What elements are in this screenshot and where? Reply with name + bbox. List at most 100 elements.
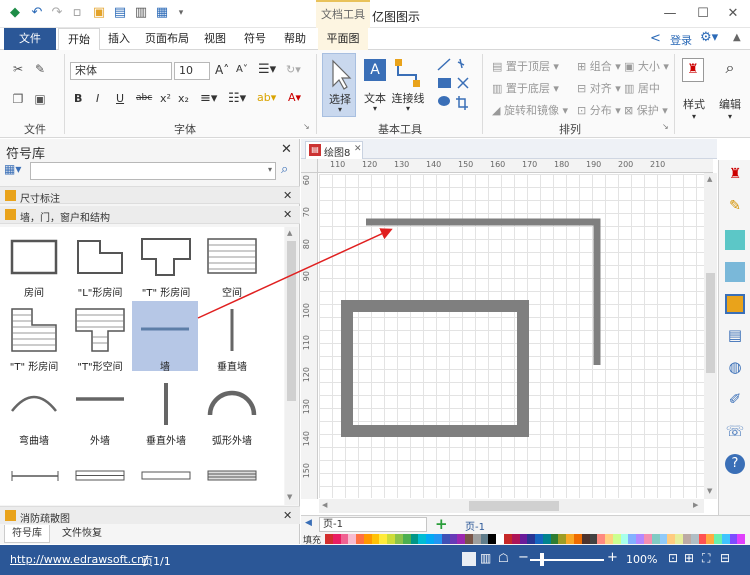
- more-icon[interactable]: ▾: [172, 5, 190, 21]
- search-icon[interactable]: ⌕: [281, 162, 288, 177]
- color-swatch[interactable]: [496, 534, 504, 544]
- tab-home[interactable]: 开始: [58, 28, 100, 51]
- shape-t-room-2[interactable]: "T" 形房间: [2, 307, 66, 373]
- maximize-button[interactable]: ☐: [688, 4, 718, 24]
- tab-insert[interactable]: 插入: [104, 28, 134, 50]
- color-swatch[interactable]: [542, 534, 551, 544]
- font-size-select[interactable]: 10: [174, 62, 210, 80]
- print-icon[interactable]: ▥: [132, 5, 150, 21]
- library-section-walls[interactable]: 墙，门，窗户和结构 ✕: [0, 206, 300, 224]
- bold-button[interactable]: B: [74, 92, 82, 105]
- color-swatch[interactable]: [449, 534, 458, 544]
- line-spacing-icon[interactable]: ≡▾: [200, 91, 217, 106]
- color-swatch[interactable]: [581, 534, 590, 544]
- distribute-button[interactable]: ⊡ 分布 ▾: [577, 102, 621, 118]
- scroll-down-icon[interactable]: ▼: [287, 493, 292, 501]
- color-swatch[interactable]: [558, 534, 567, 544]
- font-name-select[interactable]: 宋体: [70, 62, 172, 80]
- color-swatch[interactable]: [667, 534, 676, 544]
- color-swatch[interactable]: [698, 534, 707, 544]
- arrange-dialog-launcher-icon[interactable]: ↘: [662, 122, 669, 131]
- undo-icon[interactable]: ↶: [28, 5, 46, 21]
- color-swatch[interactable]: [721, 534, 730, 544]
- color-swatch[interactable]: [441, 534, 450, 544]
- collapse-ribbon-icon[interactable]: ▲: [733, 32, 741, 43]
- zoom-in-icon[interactable]: +: [607, 550, 618, 565]
- navigation-globe-icon[interactable]: ◍: [725, 358, 745, 378]
- style-button[interactable]: ♜ 样式 ▾: [680, 54, 708, 132]
- color-swatch[interactable]: [651, 534, 660, 544]
- align-text-icon[interactable]: ☰▾: [258, 62, 276, 77]
- color-swatch[interactable]: [379, 534, 388, 544]
- thin-wall-shape-icon[interactable]: [141, 471, 191, 480]
- color-swatch[interactable]: [659, 534, 668, 544]
- crop-tool-icon[interactable]: [456, 96, 468, 110]
- shape-arc-exterior-wall[interactable]: 弧形外墙: [200, 381, 264, 447]
- scroll-thumb[interactable]: [287, 241, 296, 401]
- paste-icon[interactable]: ▣: [32, 92, 48, 106]
- color-swatch[interactable]: [706, 534, 715, 544]
- shape-vertical-wall[interactable]: 垂直墙: [200, 307, 264, 373]
- color-swatch[interactable]: [465, 534, 473, 544]
- bottom-tab-symbols[interactable]: 符号库: [4, 525, 50, 543]
- rectangle-tool-icon[interactable]: [438, 78, 451, 88]
- scroll-down-icon[interactable]: ▼: [707, 487, 712, 495]
- tab-floor-plan[interactable]: 平面图: [318, 28, 368, 50]
- color-swatch[interactable]: [737, 534, 746, 544]
- text-direction-icon[interactable]: ↻▾: [286, 63, 301, 76]
- close-library-icon[interactable]: ✕: [281, 142, 292, 157]
- group-button[interactable]: ⊞ 组合 ▾: [577, 58, 621, 74]
- color-swatch[interactable]: [550, 534, 559, 544]
- tab-view[interactable]: 视图: [200, 28, 230, 50]
- color-swatch[interactable]: [729, 534, 738, 544]
- tab-page-layout[interactable]: 页面布局: [142, 28, 192, 50]
- shape-l-room[interactable]: "L"形房间: [68, 233, 132, 299]
- color-swatch[interactable]: [503, 534, 512, 544]
- settings-gear-icon[interactable]: ⚙▾: [700, 30, 718, 45]
- close-section-icon[interactable]: ✕: [283, 208, 292, 221]
- layers-icon[interactable]: [725, 294, 745, 314]
- align-button[interactable]: ⊟ 对齐 ▾: [577, 80, 621, 96]
- color-swatch[interactable]: [410, 534, 419, 544]
- color-swatch[interactable]: [418, 534, 427, 544]
- grow-font-icon[interactable]: A˄: [215, 63, 229, 77]
- page-select[interactable]: 页-1: [319, 517, 427, 532]
- shadow-style-icon[interactable]: [725, 230, 745, 250]
- color-swatch[interactable]: [675, 534, 683, 544]
- image-icon[interactable]: [725, 262, 745, 282]
- protect-button[interactable]: ⊠ 保护 ▾: [624, 102, 668, 118]
- zoom-slider-thumb[interactable]: [540, 553, 544, 566]
- library-section-dimensions[interactable]: 尺寸标注 ✕: [0, 186, 300, 205]
- color-swatch[interactable]: [363, 534, 372, 544]
- color-swatch[interactable]: [682, 534, 691, 544]
- close-section-icon[interactable]: ✕: [283, 509, 292, 522]
- scroll-left-icon[interactable]: ◀: [322, 501, 327, 509]
- shape-room[interactable]: 房间: [2, 233, 66, 299]
- shape-curved-wall[interactable]: 弯曲墙: [2, 381, 66, 447]
- color-swatch[interactable]: [433, 534, 442, 544]
- color-swatch[interactable]: [714, 534, 722, 544]
- page-tab[interactable]: 页-1: [465, 518, 485, 533]
- color-swatch[interactable]: [488, 534, 497, 544]
- tab-file[interactable]: 文件: [4, 28, 56, 50]
- color-swatch[interactable]: [566, 534, 574, 544]
- rotate-mirror-button[interactable]: ◢ 旋转和镜像 ▾: [492, 102, 568, 118]
- color-swatch[interactable]: [535, 534, 543, 544]
- library-scrollbar[interactable]: ▲ ▼: [285, 227, 298, 505]
- login-link[interactable]: 登录: [670, 32, 692, 48]
- bring-to-front-button[interactable]: ▤ 置于顶层 ▾: [492, 58, 559, 74]
- document-tab[interactable]: ▤ 绘图8 ✕: [305, 141, 363, 159]
- color-swatch[interactable]: [605, 534, 613, 544]
- full-page-view-icon[interactable]: ▥: [480, 551, 491, 565]
- color-swatch[interactable]: [340, 534, 349, 544]
- export-icon[interactable]: ▦: [153, 5, 171, 21]
- center-button[interactable]: ▥ 居中: [624, 80, 660, 96]
- scroll-up-icon[interactable]: ▲: [287, 229, 292, 237]
- tab-help[interactable]: 帮助: [280, 28, 310, 50]
- highlight-icon[interactable]: ab▾: [257, 91, 276, 104]
- bullets-icon[interactable]: ☷▾: [228, 91, 246, 106]
- fit-page-icon[interactable]: ⊡: [668, 551, 678, 565]
- tab-symbol[interactable]: 符号: [240, 28, 270, 50]
- minimize-button[interactable]: —: [655, 4, 685, 24]
- color-swatch[interactable]: [325, 534, 333, 544]
